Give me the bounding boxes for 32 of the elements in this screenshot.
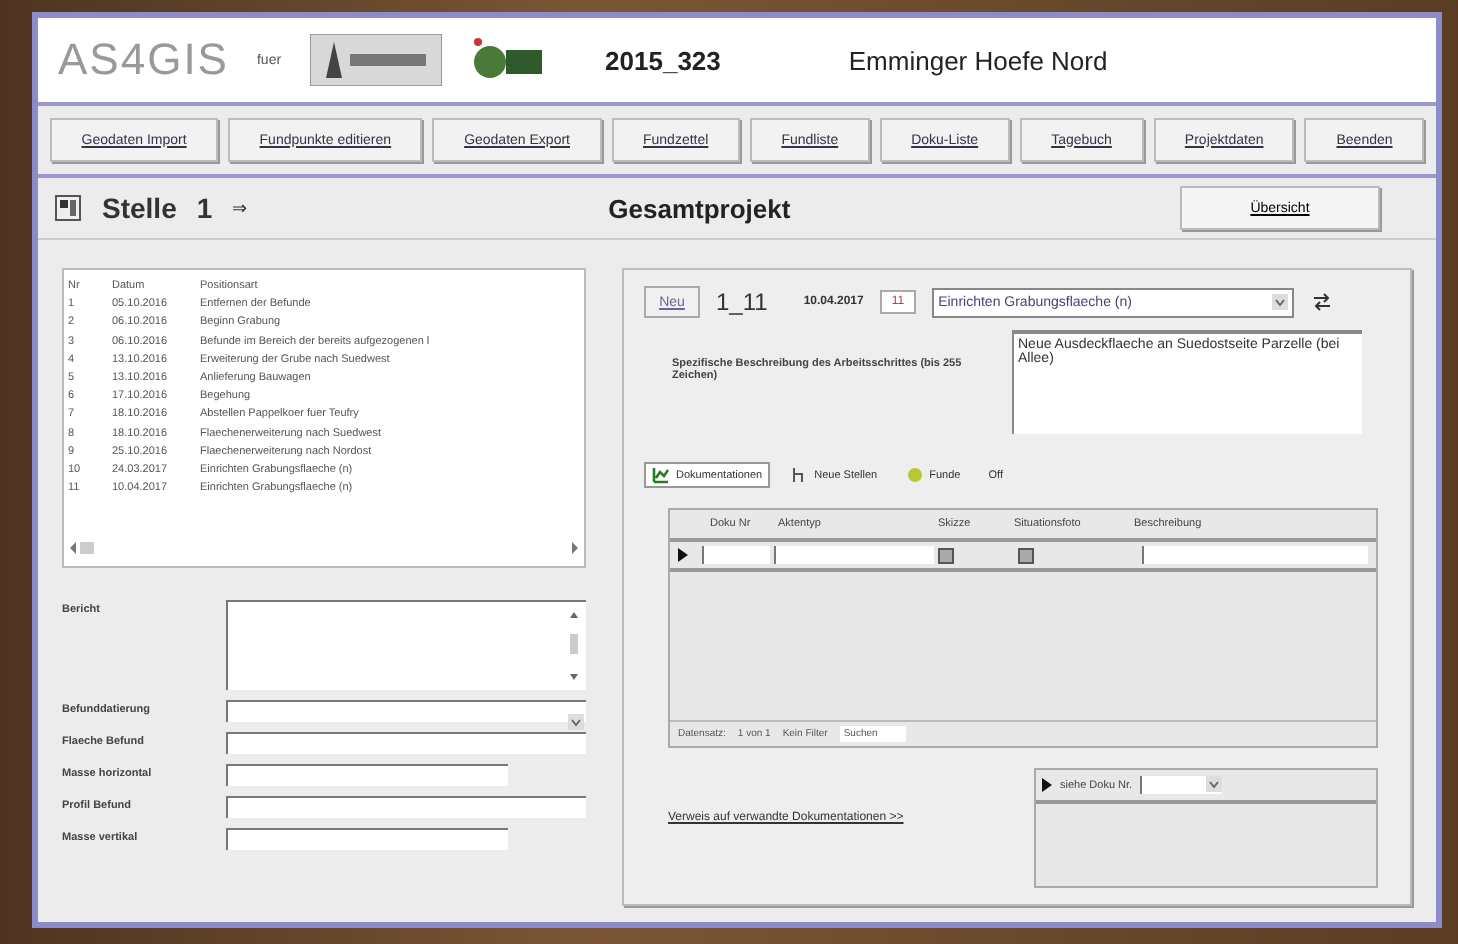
record-pointer-icon — [1042, 778, 1052, 792]
checkbox[interactable] — [1018, 547, 1034, 563]
section-label: Stelle — [102, 192, 177, 224]
input-field[interactable] — [1142, 546, 1368, 564]
scroll-right-icon[interactable] — [570, 540, 580, 556]
project-name: Emminger Hoefe Nord — [848, 45, 1108, 75]
text-area[interactable] — [225, 600, 586, 690]
dropdown-arrow-icon[interactable] — [1272, 294, 1289, 310]
chart-icon — [652, 466, 670, 484]
list-box[interactable] — [62, 268, 586, 568]
project-number: 2015_323 — [605, 45, 721, 75]
input-field[interactable] — [226, 828, 508, 850]
input-field[interactable] — [225, 732, 586, 754]
record-id: 1_11 — [716, 288, 768, 316]
input-field[interactable] — [225, 796, 586, 818]
record-pointer-icon — [678, 548, 688, 562]
arrow-text: ⇒ — [232, 198, 249, 218]
input-field[interactable] — [774, 546, 934, 564]
checkbox[interactable] — [938, 547, 954, 563]
input-field[interactable] — [702, 546, 770, 564]
section-title: Gesamtprojekt — [608, 193, 793, 223]
grid-icon[interactable] — [54, 194, 82, 222]
scroll-left-icon[interactable] — [68, 540, 96, 556]
scrollbar-icon[interactable] — [568, 610, 580, 682]
section-number: 1 — [196, 192, 213, 224]
app-title: AS4GIS — [58, 34, 229, 86]
swap-icon[interactable] — [1310, 290, 1335, 314]
dropdown-arrow-icon[interactable] — [568, 714, 584, 730]
dropdown-arrow-icon[interactable] — [1206, 776, 1223, 792]
input-field[interactable] — [226, 764, 508, 786]
logo-drawing — [309, 34, 442, 86]
dropdown-field[interactable] — [1140, 776, 1223, 794]
